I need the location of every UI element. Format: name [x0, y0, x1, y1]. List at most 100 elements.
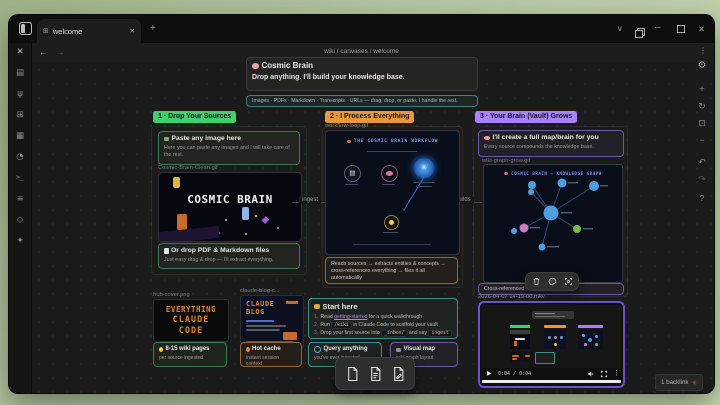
mini-workflow — [544, 330, 566, 349]
minimize-button[interactable]: – — [655, 22, 661, 33]
step-text: in Claude Code to scaffold your vault — [352, 322, 438, 328]
color-palette-icon[interactable] — [548, 277, 557, 286]
status-backlinks-badge[interactable]: 1 backlink ✳ — [655, 374, 703, 391]
pdf-card-title: Or drop PDF & Markdown files — [171, 247, 269, 255]
lamp-icon[interactable]: ◇ — [9, 215, 31, 225]
workflow-node-brain — [381, 165, 398, 182]
graph-view-icon[interactable]: ψ — [9, 89, 31, 99]
video-progress-bar[interactable] — [482, 380, 621, 383]
maximize-button[interactable] — [677, 25, 685, 33]
map-brain-card[interactable]: I'll create a full map/brain for you Eve… — [478, 130, 624, 157]
step-number: 2. — [314, 322, 318, 328]
zoom-to-node-icon[interactable] — [564, 277, 573, 286]
mini-graph — [578, 330, 603, 349]
group-label-process[interactable]: 2 · I Process Everything — [325, 111, 414, 123]
canvas-tab-icon: ⊞ — [43, 27, 49, 35]
start-step-2: 2.Run /wiki in Claude Code to scaffold y… — [314, 321, 452, 329]
workflow-image-card[interactable]: THE COSMIC BRAIN WORKFLOW ▤ ✳ — [325, 130, 460, 255]
stat-title: Hot cache — [252, 346, 281, 353]
blog-badge — [286, 301, 298, 304]
logo-x-icon[interactable]: ✕ — [9, 47, 31, 57]
group-label-drop-sources[interactable]: 1 · Drop Your Sources — [153, 111, 236, 123]
file-type-popover — [335, 357, 415, 390]
hub-line: CODE — [179, 326, 203, 336]
zoom-in-icon[interactable]: + — [694, 84, 710, 94]
canvas-settings-gear-icon[interactable]: ⚙ — [694, 60, 710, 71]
ribbon: ✕ ▤ ψ ⊞ ▦ ◔ >_ ≡ ◇ ✦ — [9, 43, 32, 393]
cosmic-brain-image-card[interactable]: COSMIC BRAIN — [158, 172, 302, 242]
step-text: for a quick walkthrough — [367, 314, 422, 320]
delete-icon[interactable] — [532, 277, 541, 286]
volume-icon[interactable] — [587, 370, 595, 378]
brain-icon — [252, 63, 259, 69]
sparkle-icon[interactable]: ✦ — [9, 236, 31, 246]
zoom-out-icon[interactable]: − — [694, 135, 710, 145]
zoom-to-fit-icon[interactable]: ⊡ — [694, 118, 710, 129]
paste-card-body: Here you can paste any images and I will… — [164, 145, 294, 159]
process-caption-card[interactable]: Reads sources → extracts entities & conc… — [325, 257, 458, 284]
inline-code: ingest — [428, 330, 451, 337]
paste-image-card[interactable]: Paste any image here Here you can paste … — [158, 131, 300, 165]
inline-code: /wiki — [331, 322, 351, 329]
stat-body: per source ingested — [159, 355, 221, 362]
canvas-icon[interactable]: ⊞ — [9, 110, 31, 120]
header-card[interactable]: Cosmic Brain Drop anything. I'll build y… — [246, 57, 478, 91]
video-player[interactable]: ▶ 0:04 / 0:04 ⋮ — [478, 301, 625, 388]
window-close-button[interactable]: ✕ — [698, 24, 705, 35]
file-label: hub-cover.png — [153, 292, 190, 298]
knowledge-graph-card[interactable]: COSMIC BRAIN — KNOWLEDGE GRAPH — [483, 164, 623, 283]
getting-started-link[interactable]: getting-started — [334, 314, 367, 320]
help-icon[interactable]: ? — [694, 194, 710, 203]
play-button[interactable]: ▶ — [487, 370, 492, 377]
workflow-node-document-icon: ▤ — [344, 165, 361, 182]
node-label-line — [383, 232, 398, 233]
pdf-card-body: Just easy drag & drop — I'll extract eve… — [164, 257, 294, 264]
tab-close-icon[interactable]: ✕ — [130, 27, 135, 35]
blog-link-line — [246, 320, 274, 322]
blog-text-line — [246, 329, 280, 331]
new-note-icon[interactable]: ▤ — [9, 68, 31, 78]
group-label-brain-grows[interactable]: 3 · Your Brain (Vault) Grows — [475, 111, 577, 123]
blog-cover-card[interactable]: CLAUDE BLOG — [240, 295, 304, 348]
pdf-markdown-card[interactable]: Or drop PDF & Markdown files Just easy d… — [158, 243, 300, 269]
step-number: 1. — [314, 314, 318, 320]
mini-pill-green — [510, 325, 530, 328]
image-icon — [164, 137, 169, 141]
sidebar-toggle-icon[interactable] — [19, 22, 32, 35]
new-tab-button[interactable]: + — [150, 23, 156, 34]
undo-icon[interactable]: ↶ — [694, 157, 710, 168]
file-edit-icon[interactable] — [392, 366, 405, 382]
mini-start-card — [535, 352, 555, 364]
checklist-icon[interactable]: ≡ — [9, 194, 31, 204]
mini-card — [510, 330, 530, 334]
tab-title: welcome — [53, 27, 126, 36]
stacked-tabs-icon[interactable] — [635, 28, 644, 37]
video-menu-kebab-icon[interactable]: ⋮ — [613, 369, 620, 377]
terminal-icon[interactable]: >_ — [9, 173, 31, 181]
file-text-icon[interactable] — [369, 366, 382, 382]
fullscreen-icon[interactable] — [600, 370, 608, 378]
hub-cover-card[interactable]: EVERYTHING CLAUDE CODE — [153, 299, 229, 342]
reset-zoom-icon[interactable]: ↻ — [694, 101, 710, 112]
step-text: Run — [320, 322, 331, 328]
stat-title: Query anything — [324, 346, 368, 353]
map-card-body: Every source compounds the knowledge bas… — [484, 144, 618, 151]
stat-card-hot-cache[interactable]: Hot cache instant session context — [240, 342, 302, 367]
step-text: Read — [320, 314, 334, 320]
redo-icon[interactable]: ↷ — [694, 174, 710, 185]
more-options-icon[interactable]: ⋮ — [699, 46, 707, 55]
tab-list-chevron-icon[interactable]: ∨ — [617, 24, 623, 33]
workflow-node-glow: ✳ — [414, 158, 434, 178]
daily-note-icon[interactable]: ▦ — [9, 131, 31, 141]
edge-label-ingest[interactable]: ingest — [299, 196, 321, 204]
history-icon[interactable]: ◔ — [9, 152, 31, 162]
formats-card[interactable]: Images · PDFs · Markdown · Transcripts ·… — [246, 95, 478, 107]
tab-welcome[interactable]: ⊞ welcome ✕ — [37, 19, 141, 43]
breadcrumb[interactable]: wiki / canvases / welcome — [9, 48, 714, 55]
start-here-card[interactable]: Start here 1.Read getting-started for a … — [308, 298, 458, 339]
workflow-footer-line — [353, 244, 431, 245]
node-label-line — [345, 184, 358, 185]
file-blank-icon[interactable] — [346, 366, 359, 382]
node-label-line — [416, 186, 432, 187]
stat-card-wiki-pages[interactable]: 8-15 wiki pages per source ingested — [153, 342, 227, 367]
